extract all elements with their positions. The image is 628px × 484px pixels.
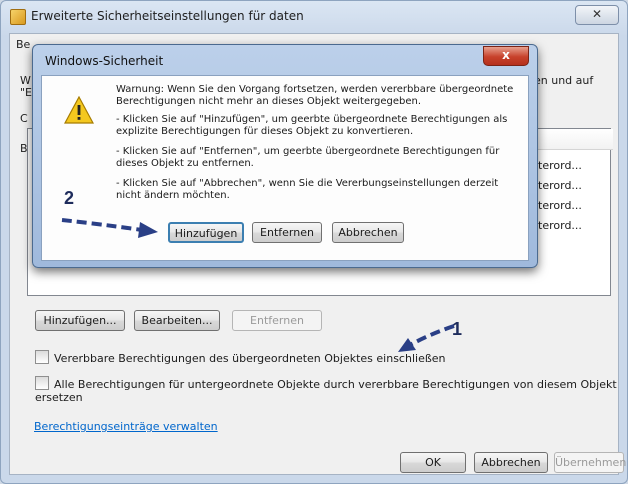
warning-message: Warnung: Wenn Sie den Vorgang fortsetzen… xyxy=(116,84,514,107)
dialog-cancel-button[interactable]: Abbrechen xyxy=(332,222,404,243)
annotation-arrow-2 xyxy=(61,218,158,238)
cancel-button[interactable]: Abbrechen xyxy=(474,452,548,473)
replace-child-permissions-checkbox[interactable]: Alle Berechtigungen für untergeordnete O… xyxy=(35,376,618,404)
apply-button[interactable]: Übernehmen xyxy=(554,452,626,473)
hint-remove-message: - Klicken Sie auf "Entfernen", um geerbt… xyxy=(116,146,500,169)
remove-permission-button[interactable]: Entfernen xyxy=(232,310,322,331)
edit-permission-button[interactable]: Bearbeiten... xyxy=(134,310,220,331)
folder-lock-icon xyxy=(10,9,26,25)
checkbox-box[interactable] xyxy=(35,350,49,364)
hint-add-message: - Klicken Sie auf "Hinzufügen", um geerb… xyxy=(116,114,508,137)
dialog-remove-button[interactable]: Entfernen xyxy=(252,222,322,243)
annotation-step-2: 2 xyxy=(64,188,75,208)
dialog-add-button[interactable]: Hinzufügen xyxy=(168,222,244,243)
window-title: Erweiterte Sicherheitseinstellungen für … xyxy=(31,9,304,23)
window-titlebar: Erweiterte Sicherheitseinstellungen für … xyxy=(1,1,627,31)
manage-permission-entries-link[interactable]: Berechtigungseinträge verwalten xyxy=(34,420,218,433)
hint-cancel-message: - Klicken Sie auf "Abbrechen", wenn Sie … xyxy=(116,178,499,201)
checkbox-label: Vererbbare Berechtigungen des übergeordn… xyxy=(54,352,446,365)
partial-label-be: Be xyxy=(16,38,31,51)
checkbox-label: Alle Berechtigungen für untergeordnete O… xyxy=(35,378,617,404)
partial-label-quote: "E xyxy=(20,86,33,99)
dialog-title: Windows-Sicherheit xyxy=(45,54,164,68)
partial-description-text: en und auf xyxy=(534,74,594,87)
add-permission-button[interactable]: Hinzufügen... xyxy=(35,310,125,331)
warning-icon xyxy=(64,96,94,124)
dialog-close-button[interactable]: x xyxy=(483,46,529,66)
window-close-button[interactable]: ✕ xyxy=(575,5,619,25)
partial-label-c: C xyxy=(20,112,28,125)
ok-button[interactable]: OK xyxy=(400,452,466,473)
checkbox-box[interactable] xyxy=(35,376,49,390)
annotation-arrow-1 xyxy=(398,324,455,352)
inherit-permissions-checkbox[interactable]: Vererbbare Berechtigungen des übergeordn… xyxy=(35,350,446,365)
